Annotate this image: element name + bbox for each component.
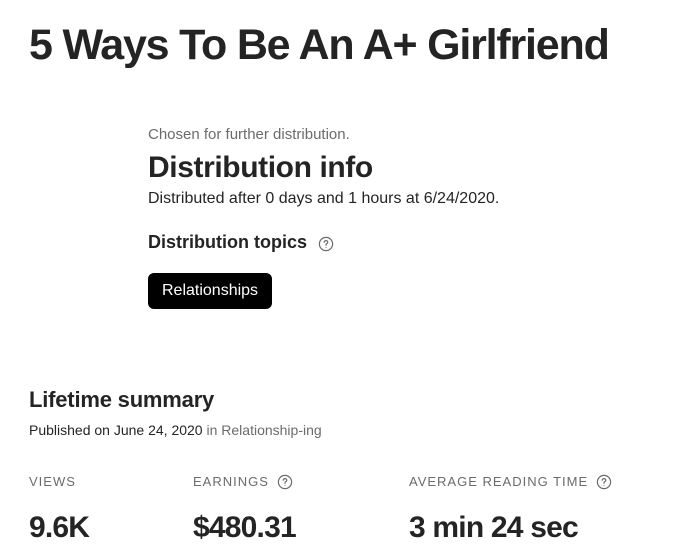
distribution-heading: Distribution info xyxy=(148,151,373,184)
stat-earnings-value: $480.31 xyxy=(193,511,297,544)
question-circle-icon[interactable] xyxy=(318,236,334,252)
stat-reading-time: AVERAGE READING TIME 3 min 24 sec xyxy=(409,472,612,548)
stat-views-value: 9.6K xyxy=(29,511,90,544)
stat-earnings-label: EARNINGS xyxy=(193,472,296,492)
summary-heading: Lifetime summary xyxy=(29,387,215,412)
lifetime-summary-section: Lifetime summary Published on June 24, 2… xyxy=(29,386,679,440)
stat-earnings: EARNINGS $480.31 xyxy=(193,472,297,548)
distribution-topics-row: Distribution topics xyxy=(148,229,668,255)
distribution-detail: Distributed after 0 days and 1 hours at … xyxy=(148,190,500,207)
stat-reading-time-label: AVERAGE READING TIME xyxy=(409,472,612,492)
stat-views-label: VIEWS xyxy=(29,472,89,492)
summary-published-line: Published on June 24, 2020 in Relationsh… xyxy=(29,420,679,440)
publication-link[interactable]: Relationship-ing xyxy=(221,422,321,438)
question-circle-icon[interactable] xyxy=(277,474,293,490)
distribution-note: Chosen for further distribution. xyxy=(148,126,350,143)
topic-chip-relationships[interactable]: Relationships xyxy=(148,273,273,309)
article-title: 5 Ways To Be An A+ Girlfriend xyxy=(29,21,610,69)
question-circle-icon[interactable] xyxy=(596,474,612,490)
stat-views-label-text: VIEWS xyxy=(29,474,76,489)
stat-reading-time-label-text: AVERAGE READING TIME xyxy=(409,474,589,489)
stat-views: VIEWS 9.6K xyxy=(29,472,90,548)
published-in-word: in xyxy=(206,422,218,438)
distribution-info-section: Chosen for further distribution. Distrib… xyxy=(148,124,668,309)
distribution-topics-label: Distribution topics xyxy=(148,232,307,252)
stat-reading-time-value: 3 min 24 sec xyxy=(409,511,579,544)
published-date: Published on June 24, 2020 xyxy=(29,422,203,438)
stat-earnings-label-text: EARNINGS xyxy=(193,474,269,489)
stats-row: VIEWS 9.6K EARNINGS $480.31 AVERAGE READ… xyxy=(29,472,689,552)
